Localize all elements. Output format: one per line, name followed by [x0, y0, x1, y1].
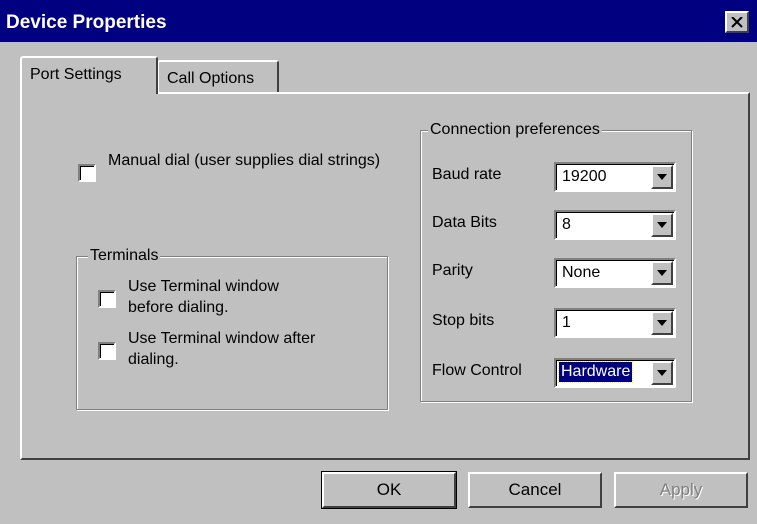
flow-control-select[interactable]: Hardware [554, 358, 676, 388]
cancel-button[interactable]: Cancel [468, 472, 602, 508]
parity-value: None [562, 264, 601, 281]
connection-preferences-legend: Connection preferences [428, 121, 602, 139]
stop-bits-dropdown-button[interactable] [651, 311, 673, 335]
terminal-after-dialing-checkbox[interactable] [98, 342, 116, 360]
chevron-down-icon [657, 222, 667, 228]
tab-call-options[interactable]: Call Options [157, 60, 279, 94]
tab-call-options-label: Call Options [167, 70, 255, 87]
tab-port-settings[interactable]: Port Settings [20, 56, 158, 94]
port-settings-panel: Manual dial (user supplies dial strings)… [20, 92, 750, 460]
data-bits-label: Data Bits [432, 214, 497, 231]
window-title: Device Properties [6, 12, 167, 33]
data-bits-value: 8 [562, 216, 571, 233]
terminal-before-dialing-checkbox[interactable] [98, 290, 116, 308]
chevron-down-icon [657, 320, 667, 326]
apply-button-label: Apply [659, 480, 703, 499]
flow-control-label: Flow Control [432, 362, 522, 379]
parity-label: Parity [432, 262, 473, 279]
flow-control-dropdown-button[interactable] [651, 361, 673, 385]
apply-button[interactable]: Apply [614, 472, 748, 508]
flow-control-value: Hardware [557, 361, 634, 383]
terminal-after-dialing-label[interactable]: Use Terminal window after dialing. [128, 328, 328, 370]
title-bar: Device Properties [0, 0, 757, 42]
terminals-legend: Terminals [88, 247, 161, 265]
data-bits-dropdown-button[interactable] [651, 213, 673, 237]
manual-dial-checkbox[interactable] [78, 164, 96, 182]
baud-rate-value: 19200 [562, 168, 607, 185]
close-button[interactable] [725, 11, 749, 33]
device-properties-dialog: Device Properties Port Settings Call Opt… [0, 0, 757, 524]
stop-bits-value: 1 [562, 314, 571, 331]
parity-dropdown-button[interactable] [651, 261, 673, 285]
parity-select[interactable]: None [554, 258, 676, 288]
chevron-down-icon [657, 174, 667, 180]
tab-port-settings-label: Port Settings [30, 66, 122, 83]
cancel-button-label: Cancel [508, 480, 562, 499]
data-bits-select[interactable]: 8 [554, 210, 676, 240]
baud-rate-dropdown-button[interactable] [651, 165, 673, 189]
manual-dial-label[interactable]: Manual dial (user supplies dial strings) [108, 150, 388, 171]
stop-bits-label: Stop bits [432, 312, 495, 329]
chevron-down-icon [657, 270, 667, 276]
baud-rate-label: Baud rate [432, 166, 502, 183]
baud-rate-select[interactable]: 19200 [554, 162, 676, 192]
stop-bits-select[interactable]: 1 [554, 308, 676, 338]
ok-button[interactable]: OK [321, 471, 457, 509]
close-icon [731, 16, 743, 28]
ok-button-label: OK [376, 480, 402, 499]
chevron-down-icon [657, 370, 667, 376]
terminal-before-dialing-label[interactable]: Use Terminal window before dialing. [128, 276, 328, 318]
